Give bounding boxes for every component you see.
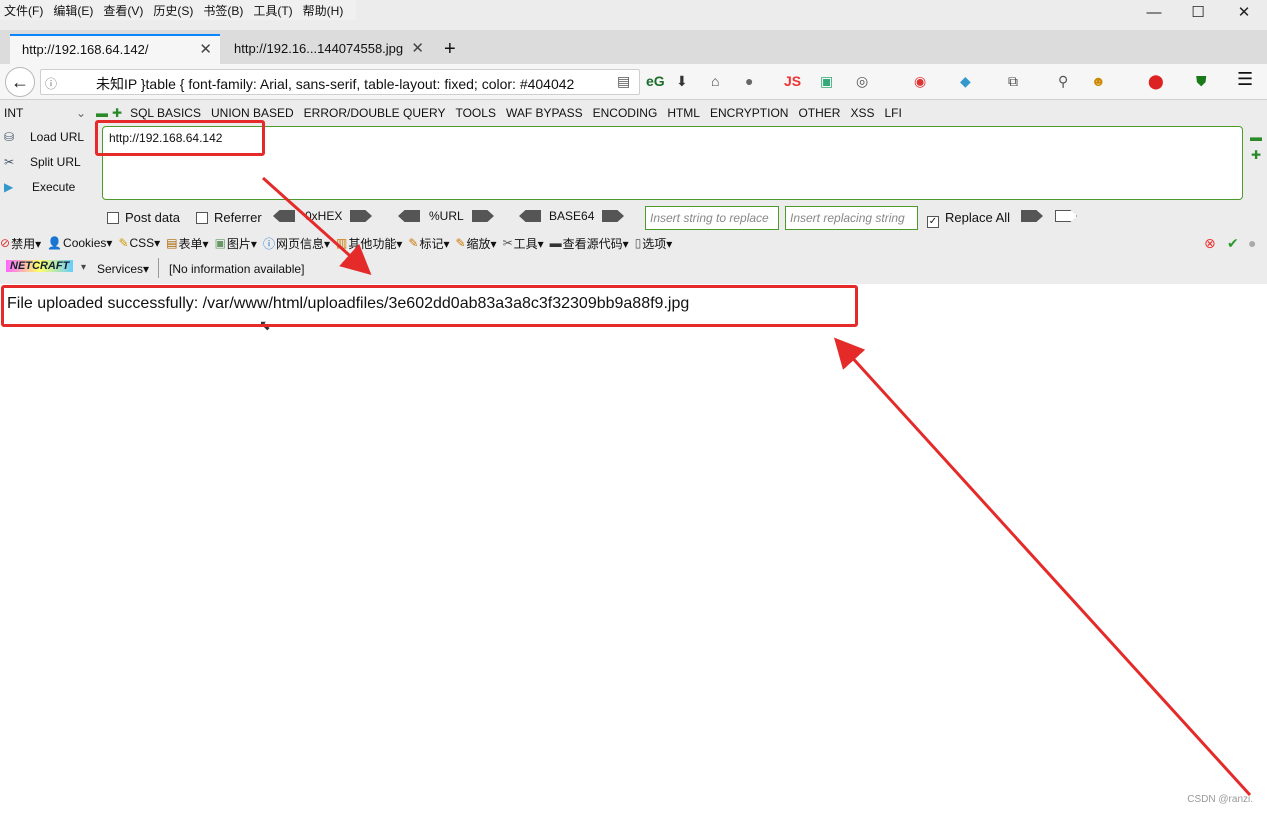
annotation-arrow-down xyxy=(262,176,372,275)
annotation-arrow-up xyxy=(833,337,1252,797)
annotation-arrows xyxy=(262,176,1252,797)
